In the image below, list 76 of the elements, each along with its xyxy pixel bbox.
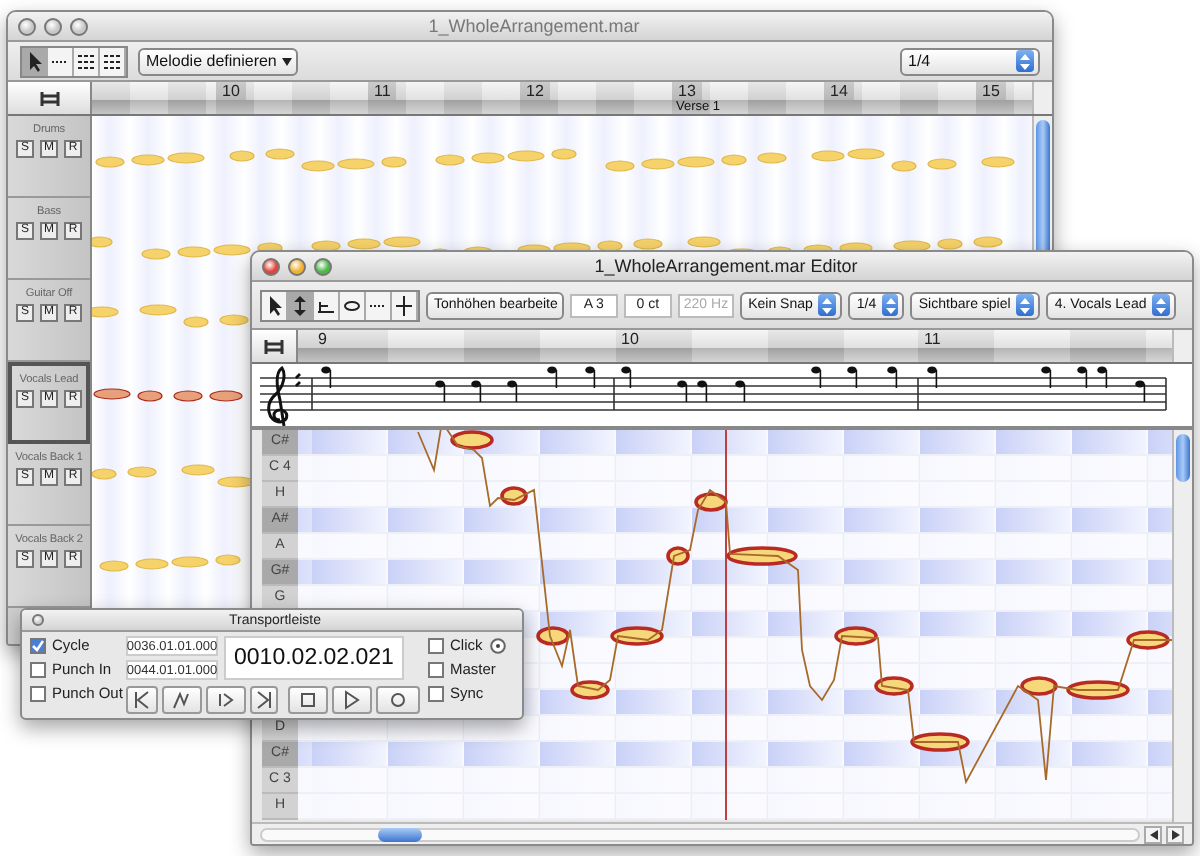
transport-button[interactable] [376,686,420,714]
vertical-scrollbar[interactable] [1172,430,1192,822]
left-arrow-icon [1149,829,1157,839]
popup-arrows-icon [1020,297,1031,313]
tool-button[interactable] [340,291,366,319]
window-title: 1_WholeArrangement.mar [426,16,642,36]
bar-number: 14 [824,82,854,100]
skip-end-icon [254,690,274,710]
bar-number: 10 [216,82,246,100]
checkbox[interactable] [428,661,444,677]
transport-button[interactable] [206,686,246,714]
minimize-button[interactable] [288,257,306,275]
tool-button[interactable] [366,291,392,319]
popup-arrows-icon [885,297,896,313]
scroll-thumb[interactable] [378,827,422,841]
forward-icon [216,690,236,710]
scroll-left-button[interactable] [1144,825,1162,843]
close-button[interactable] [18,17,36,35]
caret-icon [282,57,293,65]
popup-arrows-icon [1020,53,1030,69]
metronome-settings-icon [490,637,507,653]
bar-number: 12 [520,82,550,100]
checkbox[interactable] [428,685,444,701]
grid-icon [76,49,96,73]
checkmark-icon [32,639,44,651]
rewind-icon [172,690,192,710]
checkbox[interactable] [30,661,46,677]
stop-icon [298,690,318,710]
tool-button[interactable] [48,47,74,75]
tool-button[interactable] [262,291,288,319]
transport-button[interactable] [288,686,328,714]
mode-dropdown[interactable]: Melodie definieren [138,47,299,75]
bar-number: 9 [316,330,329,348]
grid-icon [102,49,122,73]
right-arrow-icon [1171,829,1179,839]
checkbox[interactable] [30,685,46,701]
scroll-thumb[interactable] [1176,434,1190,482]
score-icon [39,89,59,107]
tool-button[interactable] [288,291,314,319]
bar-number: 11 [922,330,943,348]
close-button[interactable] [32,614,44,626]
grid-dropdown[interactable]: 1/4 [900,47,1040,75]
close-button[interactable] [262,257,280,275]
scroll-right-button[interactable] [1166,825,1184,843]
tool-button[interactable] [22,47,48,75]
score-icon [264,337,284,355]
tool-button[interactable] [74,47,100,75]
zoom-button[interactable] [70,17,88,35]
window-title: 1_WholeArrangement.mar Editor [592,256,860,276]
bar-number: 13 [672,82,702,100]
vertical-arrows-icon [290,293,310,317]
zoom-button[interactable] [314,257,332,275]
checkbox[interactable] [428,637,444,653]
popup-arrows-icon [1156,297,1167,313]
popup-arrows-icon [822,297,833,313]
bar-number: 10 [619,330,641,348]
crosshair-icon [394,293,414,317]
record-icon [388,690,408,710]
bar-number: 15 [976,82,1006,100]
horizontal-scrollbar[interactable] [260,827,1140,841]
pointer-icon [264,293,284,317]
transport-button[interactable] [250,686,278,714]
transport-button[interactable] [126,686,158,714]
position-display: 0010.02.02.021 [224,636,404,680]
tool-button[interactable] [100,47,126,75]
bar-number: 11 [368,82,397,100]
skip-start-icon [132,690,152,710]
transport-button[interactable] [332,686,372,714]
ruler-measure [92,82,216,114]
transport-button[interactable] [162,686,202,714]
tool-button[interactable] [314,291,340,319]
minimize-button[interactable] [44,17,62,35]
tool-button[interactable] [392,291,418,319]
pointer-icon [24,49,44,73]
play-icon [342,690,362,710]
checkbox[interactable] [30,637,46,653]
